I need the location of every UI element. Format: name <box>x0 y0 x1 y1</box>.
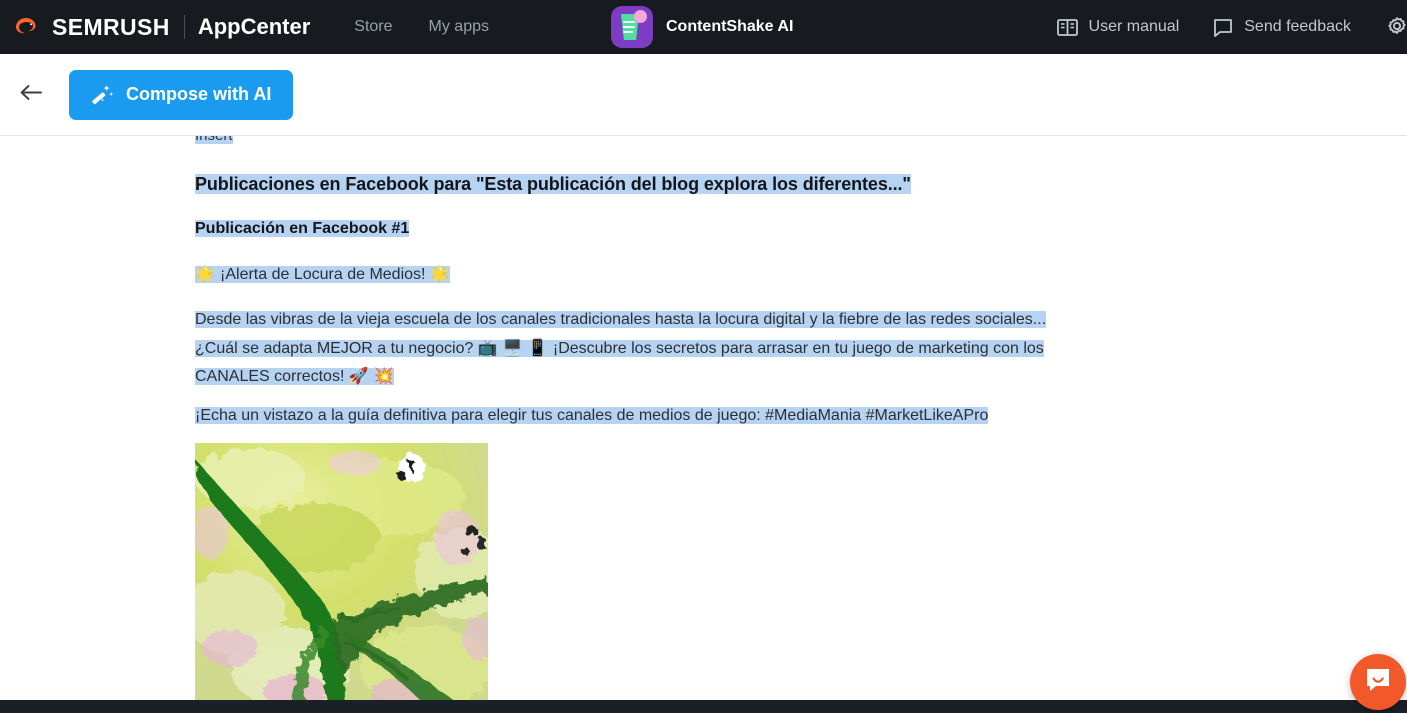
rocket-burst-emojis: 🚀 💥 <box>348 366 394 385</box>
post-group-heading: Publicaciones en Facebook para "Esta pub… <box>195 174 911 194</box>
app-icon-line-2 <box>622 26 635 28</box>
current-app-chip[interactable]: ContentShake AI <box>610 6 794 48</box>
cut-off-text-insert: Insert <box>195 136 233 146</box>
send-feedback-link[interactable]: Send feedback <box>1213 18 1351 37</box>
header-actions: User manual Send feedback <box>1056 15 1407 39</box>
alert-line-text: ¡Alerta de Locura de Medios! <box>220 266 430 283</box>
intercom-chat-icon <box>1364 666 1392 699</box>
app-icon-line-1 <box>622 21 635 23</box>
post-subheading: Publicación en Facebook #1 <box>195 220 410 237</box>
body-line-2a: ¿Cuál se adapta MEJOR a tu negocio? <box>195 339 478 357</box>
gear-icon <box>1385 15 1407 39</box>
appcenter-title: AppCenter <box>197 14 311 39</box>
star-emoji-right: 🌟 <box>429 264 450 283</box>
brand-divider <box>183 15 185 39</box>
editor-toolbar: Compose with AI <box>0 54 1407 136</box>
post-body-paragraph: Desde las vibras de la vieja escuela de … <box>195 306 1285 391</box>
contentshake-app-icon <box>610 6 653 48</box>
top-header: SEMRUSH AppCenter Store My apps ContentS… <box>0 0 1407 54</box>
compose-with-ai-button[interactable]: Compose with AI <box>69 69 294 120</box>
send-feedback-label: Send feedback <box>1244 18 1351 35</box>
app-icon-dot <box>633 10 647 23</box>
semrush-wordmark: SEMRUSH <box>52 13 170 40</box>
compose-with-ai-label: Compose with AI <box>126 84 272 104</box>
magic-wand-icon <box>91 84 114 105</box>
body-line-2b: ¡Descubre los secretos para arrasar en t… <box>552 339 1044 357</box>
nav-item-my-apps[interactable]: My apps <box>429 19 489 35</box>
back-button[interactable] <box>18 82 44 108</box>
body-line-1: Desde las vibras de la vieja escuela de … <box>195 311 1047 328</box>
book-icon <box>1056 18 1078 37</box>
document-editor[interactable]: Insert Publicaciones en Facebook para "E… <box>0 136 1407 700</box>
nav-item-store[interactable]: Store <box>354 19 392 35</box>
device-emojis: 📺 🖥️ 📱 <box>477 337 553 357</box>
star-emoji-left: 🌟 <box>195 264 221 283</box>
brand-block[interactable]: SEMRUSH AppCenter <box>0 15 310 39</box>
body-line-3: CANALES correctos! <box>195 368 349 385</box>
satellite-river-delta-image <box>195 443 488 700</box>
user-manual-label: User manual <box>1088 18 1180 35</box>
primary-nav: Store My apps <box>354 19 525 35</box>
speech-bubble-icon <box>1213 18 1233 37</box>
post-attached-image[interactable] <box>195 443 488 700</box>
chat-launcher-button[interactable] <box>1350 654 1406 710</box>
current-app-name: ContentShake AI <box>665 18 794 35</box>
bottom-dark-bar <box>0 700 1407 713</box>
app-icon-line-3 <box>622 31 633 33</box>
post-alert-line: 🌟 ¡Alerta de Locura de Medios! 🌟 <box>195 263 450 286</box>
post-cta-line: ¡Echa un vistazo a la guía definitiva pa… <box>195 407 989 424</box>
settings-button[interactable] <box>1385 15 1407 39</box>
user-manual-link[interactable]: User manual <box>1056 18 1180 37</box>
semrush-logo-icon <box>14 16 44 38</box>
arrow-left-icon <box>19 84 43 106</box>
